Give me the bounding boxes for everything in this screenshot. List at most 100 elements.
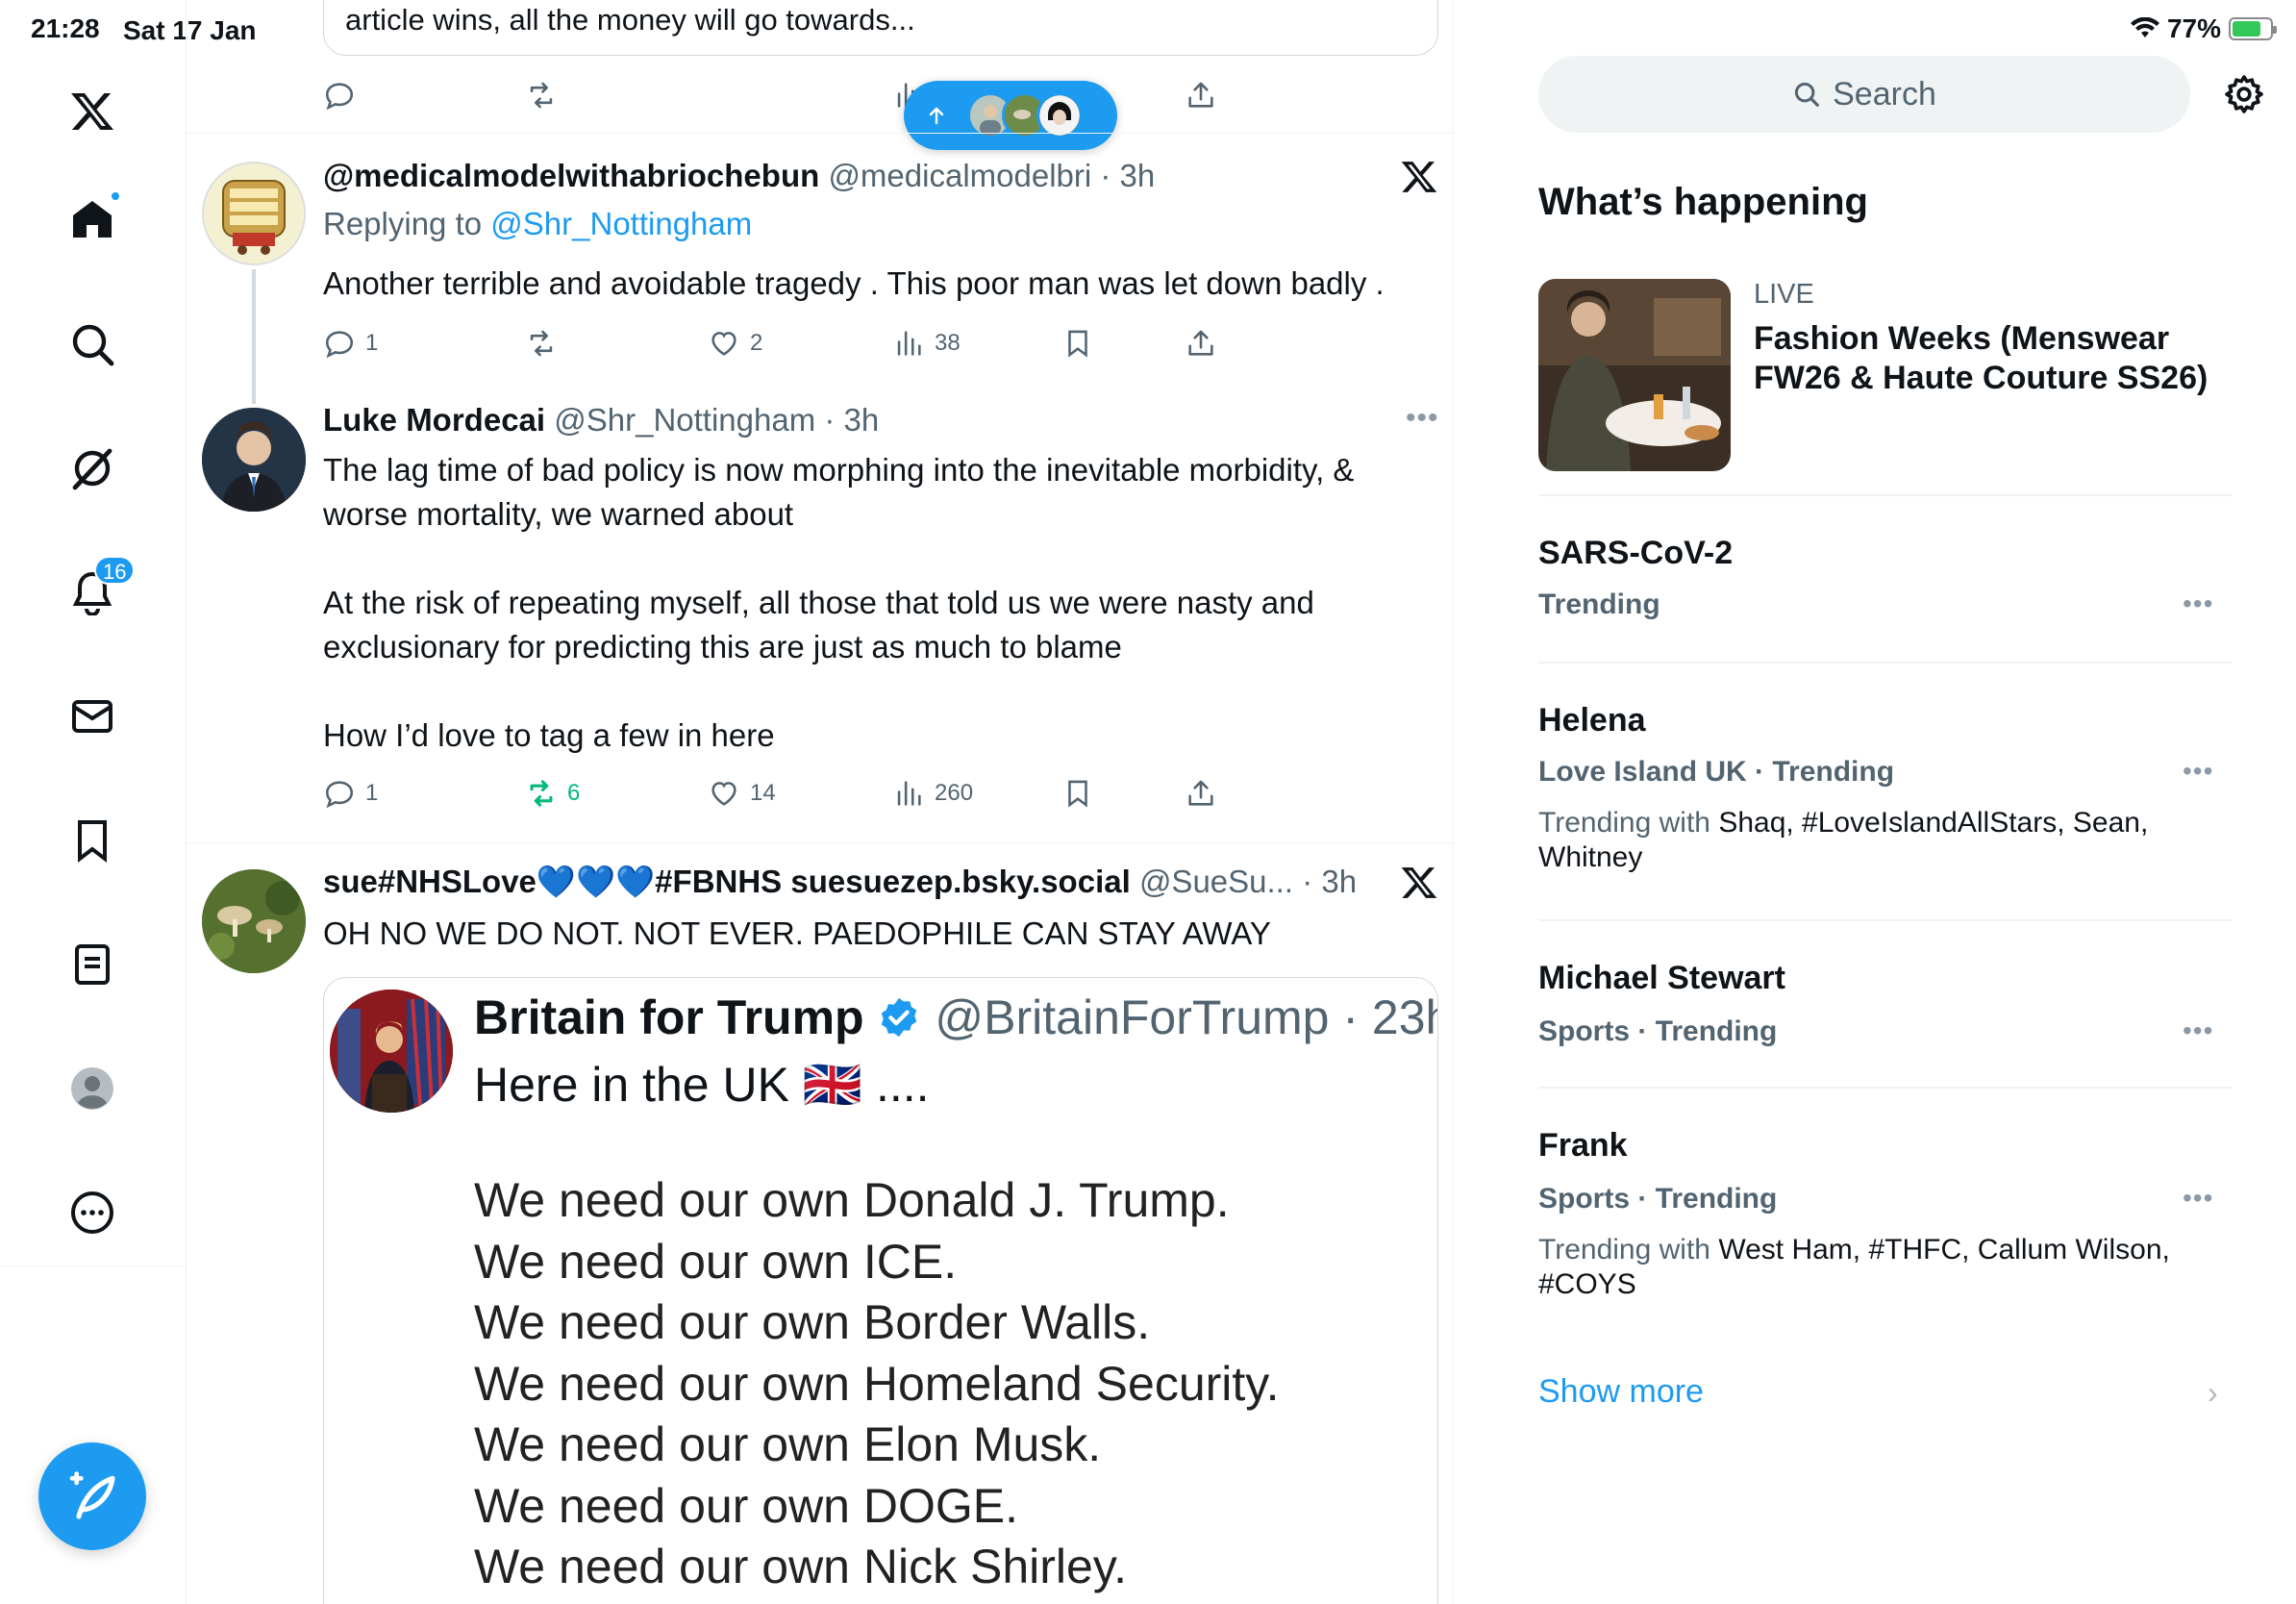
views-button[interactable]: 260 <box>892 777 973 810</box>
trend-name[interactable]: Helena <box>1538 702 1646 739</box>
x-brand-icon[interactable] <box>1400 158 1438 196</box>
tweet-paragraph: At the risk of repeating myself, all tho… <box>323 585 1314 664</box>
avatar[interactable] <box>202 408 306 512</box>
like-count: 14 <box>750 780 776 806</box>
trend-more-icon[interactable]: ••• <box>2183 1015 2213 1046</box>
trend-with: Trending with West Ham, #THFC, Callum Wi… <box>1538 1233 2211 1302</box>
views-bar-icon <box>897 331 921 356</box>
gear-icon[interactable] <box>2223 73 2265 115</box>
trend-name[interactable]: Frank <box>1538 1127 1628 1165</box>
nav-home[interactable] <box>62 188 123 250</box>
quoted-post-image[interactable]: Britain for Trump @BritainForTrump · 23 h… <box>323 977 1438 1604</box>
tweet-paragraph: The lag time of bad policy is now morphi… <box>323 452 1355 532</box>
more-circle-icon <box>71 1191 113 1234</box>
nav-explore[interactable] <box>62 313 123 375</box>
trend-meta: Trending <box>1538 589 1660 620</box>
nav-messages[interactable] <box>62 686 123 747</box>
heart-icon <box>711 332 736 356</box>
nav-bookmarks[interactable] <box>62 810 123 871</box>
nav-grok[interactable] <box>62 438 123 499</box>
x-logo-icon[interactable] <box>62 81 123 142</box>
reply-icon <box>325 781 354 809</box>
quote-time: 23h <box>1371 990 1437 1044</box>
trend-name[interactable]: Michael Stewart <box>1538 960 1785 997</box>
like-button[interactable]: 2 <box>708 327 762 360</box>
thread-line <box>252 269 256 404</box>
article-icon <box>75 944 110 985</box>
replying-label: Replying to <box>323 206 483 241</box>
tweet-text: The lag time of bad policy is now morphi… <box>323 448 1438 758</box>
pill-avatar <box>1036 92 1083 138</box>
separator <box>1538 662 2233 664</box>
quote-subtitle: Here in the UK 🇬🇧 .... <box>474 1058 930 1112</box>
nav-profile[interactable] <box>62 1058 123 1119</box>
quote-line: We need our own Nick Shirley. <box>474 1540 1128 1593</box>
views-button[interactable]: 38 <box>892 327 961 360</box>
separator <box>1538 919 2233 921</box>
author-handle[interactable]: @medicalmodelbri <box>828 158 1091 193</box>
bookmark-button[interactable] <box>1061 327 1094 360</box>
retweet-button[interactable]: 6 <box>525 777 580 810</box>
more-options-icon[interactable]: ••• <box>1406 402 1439 435</box>
show-more-link[interactable]: Show more <box>1538 1373 1704 1411</box>
separator <box>1538 1087 2233 1089</box>
bookmark-button[interactable] <box>1061 777 1094 810</box>
trend-more-icon[interactable]: ••• <box>2183 756 2213 787</box>
search-icon <box>1795 82 1819 107</box>
separator <box>187 133 1453 134</box>
avatar[interactable] <box>202 162 306 265</box>
author-name[interactable]: @medicalmodelwithabriochebun <box>323 158 819 193</box>
x-brand-icon[interactable] <box>1400 864 1438 902</box>
tweet-time[interactable]: 3h <box>844 402 880 438</box>
tweet-time[interactable]: 3h <box>1120 158 1156 193</box>
trend-meta: Sports · Trending <box>1538 1015 1778 1047</box>
reply-button[interactable]: 1 <box>323 777 378 810</box>
like-button[interactable]: 14 <box>708 777 776 810</box>
share-button[interactable] <box>1185 777 1217 810</box>
reply-button[interactable]: 1 <box>323 327 378 360</box>
share-button[interactable] <box>1185 327 1217 360</box>
share-button[interactable] <box>1185 79 1217 112</box>
retweet-button[interactable] <box>525 79 558 112</box>
home-icon <box>73 201 112 238</box>
live-event-image[interactable] <box>1538 279 1731 471</box>
trend-more-icon[interactable]: ••• <box>2183 589 2213 619</box>
nav-more[interactable] <box>62 1182 123 1243</box>
tweet-paragraph: How I’d love to tag a few in here <box>323 717 775 753</box>
retweet-button[interactable] <box>525 327 558 360</box>
trend-name[interactable]: SARS-CoV-2 <box>1538 535 1733 572</box>
share-icon <box>1188 330 1213 356</box>
quote-line: We need our own Border Walls. <box>474 1295 1151 1349</box>
nav-notifications[interactable]: 16 <box>62 556 136 623</box>
author-handle[interactable]: @SueSu... <box>1139 864 1293 899</box>
article-card[interactable]: article wins, all the money will go towa… <box>323 0 1438 56</box>
status-indicators: 77% <box>2130 13 2277 44</box>
trend-more-icon[interactable]: ••• <box>2183 1183 2213 1214</box>
reply-icon <box>325 83 354 111</box>
compose-post-button[interactable] <box>38 1442 146 1550</box>
views-count: 260 <box>935 780 974 806</box>
trend-with-label: Trending with <box>1538 807 1710 839</box>
tweet-author-line: Luke Mordecai @Shr_Nottingham · 3h <box>323 402 880 438</box>
battery-percent: 77% <box>2166 13 2221 43</box>
heart-icon <box>711 782 736 806</box>
arrow-up-icon <box>929 107 944 125</box>
reply-icon <box>325 331 354 359</box>
tweet-time[interactable]: 3h <box>1321 864 1357 899</box>
prev-tweet-actions: 87 <box>323 79 1438 117</box>
bookmark-icon <box>1068 780 1087 808</box>
replying-to-link[interactable]: @Shr_Nottingham <box>490 206 752 241</box>
new-posts-pill[interactable] <box>904 81 1117 150</box>
author-handle[interactable]: @Shr_Nottingham <box>554 402 815 438</box>
nav-articles[interactable] <box>62 934 123 995</box>
search-input[interactable]: Search <box>1538 56 2190 133</box>
chevron-right-icon[interactable]: › <box>2208 1375 2218 1411</box>
retweet-icon <box>530 780 553 807</box>
author-name[interactable]: Luke Mordecai <box>323 402 545 438</box>
author-name[interactable]: sue#NHSLove💙💙💙#FBNHS suesuezep.bsky.soci… <box>323 864 1131 899</box>
live-event-title[interactable]: Fashion Weeks (Menswear FW26 & Haute Cou… <box>1754 319 2234 398</box>
share-icon <box>1188 82 1213 108</box>
wifi-icon <box>2130 17 2159 38</box>
reply-button[interactable] <box>323 79 356 112</box>
avatar[interactable] <box>202 869 306 973</box>
